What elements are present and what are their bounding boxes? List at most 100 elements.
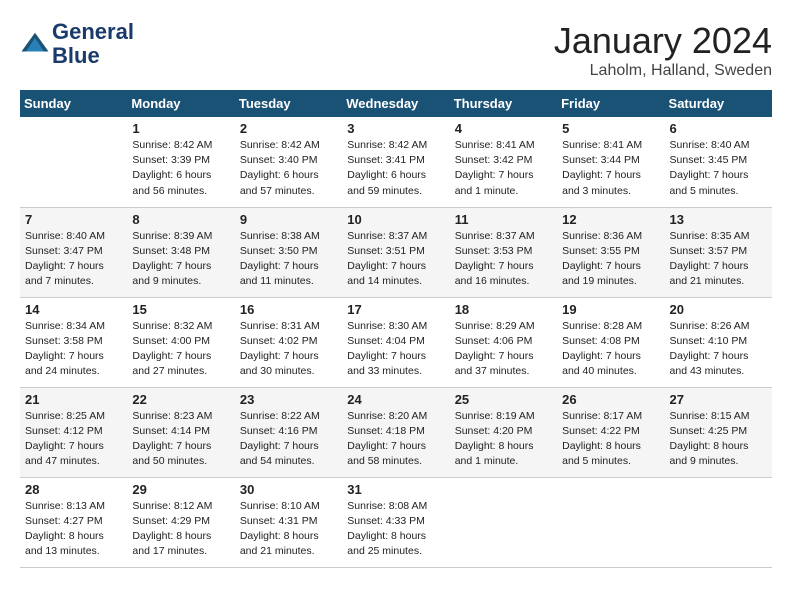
day-info: Sunrise: 8:36 AMSunset: 3:55 PMDaylight:… [562, 229, 659, 290]
sunset-text: Sunset: 4:25 PM [670, 425, 748, 437]
sunset-text: Sunset: 3:47 PM [25, 245, 103, 257]
day-info: Sunrise: 8:25 AMSunset: 4:12 PMDaylight:… [25, 409, 122, 470]
day-info: Sunrise: 8:38 AMSunset: 3:50 PMDaylight:… [240, 229, 337, 290]
day-info: Sunrise: 8:23 AMSunset: 4:14 PMDaylight:… [132, 409, 229, 470]
location-title: Laholm, Halland, Sweden [554, 62, 772, 80]
sunrise-text: Sunrise: 8:25 AM [25, 410, 105, 422]
calendar-cell: 22 Sunrise: 8:23 AMSunset: 4:14 PMDayligh… [127, 387, 234, 477]
day-number: 1 [132, 121, 229, 136]
sunrise-text: Sunrise: 8:17 AM [562, 410, 642, 422]
sunset-text: Sunset: 3:51 PM [347, 245, 425, 257]
daylight-text: Daylight: 8 hours and 13 minutes. [25, 530, 104, 557]
day-info: Sunrise: 8:10 AMSunset: 4:31 PMDaylight:… [240, 499, 337, 560]
calendar-cell: 12Sunrise: 8:36 AMSunset: 3:55 PMDayligh… [557, 207, 664, 297]
sunrise-text: Sunrise: 8:12 AM [132, 500, 212, 512]
day-info: Sunrise: 8:26 AMSunset: 4:10 PMDaylight:… [670, 319, 767, 380]
day-number: 9 [240, 212, 337, 227]
sunrise-text: Sunrise: 8:42 AM [240, 139, 320, 151]
header-thursday: Thursday [450, 90, 557, 117]
sunrise-text: Sunrise: 8:38 AM [240, 230, 320, 242]
header-monday: Monday [127, 90, 234, 117]
day-number: 7 [25, 212, 122, 227]
sunrise-text: Sunrise: 8:42 AM [347, 139, 427, 151]
daylight-text: Daylight: 7 hours and 40 minutes. [562, 350, 641, 377]
daylight-text: Daylight: 7 hours and 5 minutes. [670, 169, 749, 196]
sunrise-text: Sunrise: 8:15 AM [670, 410, 750, 422]
calendar-cell: 6Sunrise: 8:40 AMSunset: 3:45 PMDaylight… [665, 117, 772, 207]
header-friday: Friday [557, 90, 664, 117]
sunset-text: Sunset: 4:31 PM [240, 515, 318, 527]
day-info: Sunrise: 8:20 AMSunset: 4:18 PMDaylight:… [347, 409, 444, 470]
day-info: Sunrise: 8:40 AMSunset: 3:47 PMDaylight:… [25, 229, 122, 290]
day-number: 11 [455, 212, 552, 227]
sunrise-text: Sunrise: 8:32 AM [132, 320, 212, 332]
day-info: Sunrise: 8:31 AMSunset: 4:02 PMDaylight:… [240, 319, 337, 380]
calendar-cell: 10Sunrise: 8:37 AMSunset: 3:51 PMDayligh… [342, 207, 449, 297]
day-number: 17 [347, 302, 444, 317]
logo-icon [20, 29, 50, 59]
logo: General Blue [20, 20, 134, 68]
calendar-cell: 8 Sunrise: 8:39 AMSunset: 3:48 PMDaylight… [127, 207, 234, 297]
day-info: Sunrise: 8:29 AMSunset: 4:06 PMDaylight:… [455, 319, 552, 380]
calendar-cell: 18Sunrise: 8:29 AMSunset: 4:06 PMDayligh… [450, 297, 557, 387]
sunset-text: Sunset: 3:58 PM [25, 335, 103, 347]
daylight-text: Daylight: 8 hours and 1 minute. [455, 440, 534, 467]
calendar-cell: 31Sunrise: 8:08 AMSunset: 4:33 PMDayligh… [342, 477, 449, 567]
calendar-cell: 28Sunrise: 8:13 AMSunset: 4:27 PMDayligh… [20, 477, 127, 567]
sunrise-text: Sunrise: 8:08 AM [347, 500, 427, 512]
sunset-text: Sunset: 3:40 PM [240, 154, 318, 166]
sunrise-text: Sunrise: 8:40 AM [670, 139, 750, 151]
day-number: 8 [132, 212, 229, 227]
day-info: Sunrise: 8:42 AM Sunset: 3:41 PM Daylight:… [347, 138, 444, 199]
calendar-cell: 30Sunrise: 8:10 AMSunset: 4:31 PMDayligh… [235, 477, 342, 567]
day-number: 16 [240, 302, 337, 317]
daylight-text: Daylight: 7 hours and 47 minutes. [25, 440, 104, 467]
calendar-cell: 2Sunrise: 8:42 AMSunset: 3:40 PMDaylight… [235, 117, 342, 207]
daylight-text: Daylight: 7 hours and 14 minutes. [347, 260, 426, 287]
daylight-text: Daylight: 7 hours and 33 minutes. [347, 350, 426, 377]
day-info: Sunrise: 8:39 AMSunset: 3:48 PMDaylight:… [132, 229, 229, 290]
daylight-text: Daylight: 7 hours and 7 minutes. [25, 260, 104, 287]
day-info: Sunrise: 8:35 AMSunset: 3:57 PMDaylight:… [670, 229, 767, 290]
day-info: Sunrise: 8:12 AMSunset: 4:29 PMDaylight:… [132, 499, 229, 560]
calendar-header: Sunday Monday Tuesday Wednesday Thursday… [20, 90, 772, 117]
day-number: 14 [25, 302, 122, 317]
daylight-text: Daylight: 7 hours and 30 minutes. [240, 350, 319, 377]
day-info: Sunrise: 8:22 AMSunset: 4:16 PMDaylight:… [240, 409, 337, 470]
calendar-cell: 17Sunrise: 8:30 AMSunset: 4:04 PMDayligh… [342, 297, 449, 387]
day-info: Sunrise: 8:34 AMSunset: 3:58 PMDaylight:… [25, 319, 122, 380]
daylight-text: Daylight: 7 hours and 19 minutes. [562, 260, 641, 287]
day-number: 22 [132, 392, 229, 407]
calendar-cell: 14 Sunrise: 8:34 AMSunset: 3:58 PMDayligh… [20, 297, 127, 387]
header-saturday: Saturday [665, 90, 772, 117]
sunset-text: Sunset: 3:45 PM [670, 154, 748, 166]
daylight-text: Daylight: 7 hours and 16 minutes. [455, 260, 534, 287]
calendar-week-1: 7 Sunrise: 8:40 AMSunset: 3:47 PMDaylight… [20, 207, 772, 297]
day-info: Sunrise: 8:41 AMSunset: 3:42 PMDaylight:… [455, 138, 552, 199]
sunset-text: Sunset: 4:10 PM [670, 335, 748, 347]
daylight-text: Daylight: 8 hours and 25 minutes. [347, 530, 426, 557]
daylight-text: Daylight: 7 hours and 50 minutes. [132, 440, 211, 467]
calendar-week-0: 1Sunrise: 8:42 AMSunset: 3:39 PMDaylight… [20, 117, 772, 207]
daylight-text: Daylight: 6 hours and 59 minutes. [347, 169, 426, 196]
calendar-cell [557, 477, 664, 567]
daylight-text: Daylight: 7 hours and 21 minutes. [670, 260, 749, 287]
day-number: 24 [347, 392, 444, 407]
day-number: 29 [132, 482, 229, 497]
sunset-text: Sunset: 3:50 PM [240, 245, 318, 257]
day-info: Sunrise: 8:37 AMSunset: 3:51 PMDaylight:… [347, 229, 444, 290]
calendar-cell: 24 Sunrise: 8:20 AMSunset: 4:18 PMDayligh… [342, 387, 449, 477]
daylight-text: Daylight: 7 hours and 3 minutes. [562, 169, 641, 196]
day-info: Sunrise: 8:42 AMSunset: 3:40 PMDaylight:… [240, 138, 337, 199]
calendar-cell: 16 Sunrise: 8:31 AMSunset: 4:02 PMDayligh… [235, 297, 342, 387]
day-info: Sunrise: 8:37 AMSunset: 3:53 PMDaylight:… [455, 229, 552, 290]
sunrise-text: Sunrise: 8:28 AM [562, 320, 642, 332]
sunrise-text: Sunrise: 8:41 AM [455, 139, 535, 151]
daylight-text: Daylight: 7 hours and 54 minutes. [240, 440, 319, 467]
day-number: 15 [132, 302, 229, 317]
sunset-text: Sunset: 3:41 PM [347, 154, 425, 166]
sunrise-text: Sunrise: 8:13 AM [25, 500, 105, 512]
calendar-week-3: 21Sunrise: 8:25 AMSunset: 4:12 PMDayligh… [20, 387, 772, 477]
sunset-text: Sunset: 4:22 PM [562, 425, 640, 437]
sunrise-text: Sunrise: 8:39 AM [132, 230, 212, 242]
